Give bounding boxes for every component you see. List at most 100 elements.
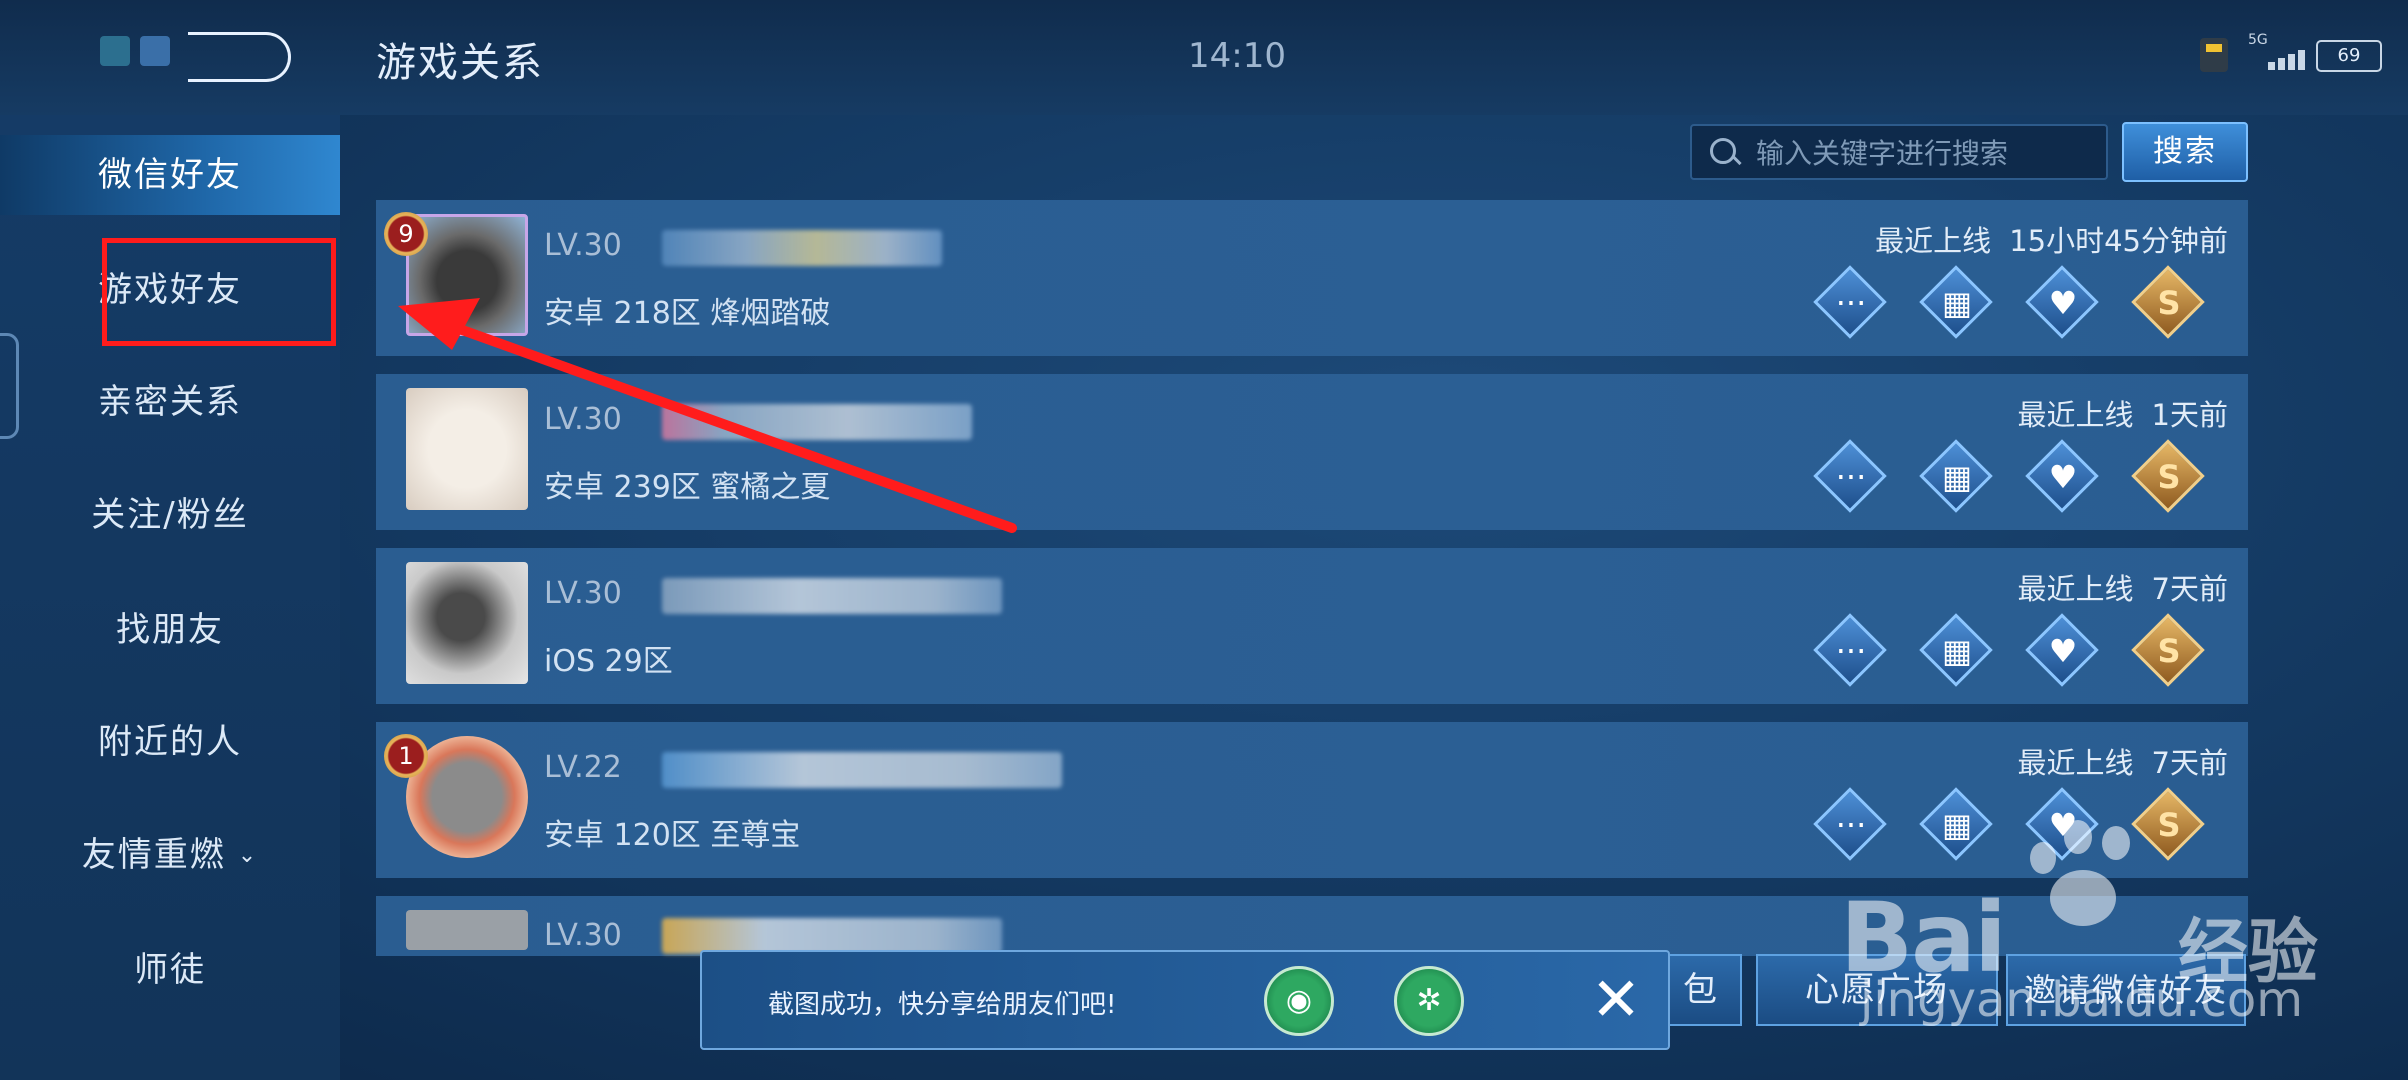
gift-button[interactable]: ▦ [1919, 439, 1994, 514]
player-name-blurred [662, 918, 1002, 954]
gift-icon: ▦ [1941, 458, 1973, 496]
highlight-annotation-box [102, 238, 336, 346]
avatar[interactable] [406, 562, 528, 684]
row-actions: ··· ▦ ♥ S [1813, 439, 2234, 520]
last-online: 最近上线 7天前 [2000, 566, 2228, 608]
avatar[interactable] [406, 388, 528, 510]
gold-coin-icon: S [2157, 632, 2181, 670]
gift-icon: ▦ [1941, 632, 1973, 670]
sidebar-item-rekindle[interactable]: 友情重燃 ⌄ [0, 815, 340, 895]
heart-card-button[interactable]: ♥ [2025, 439, 2100, 514]
player-server: iOS 29区 [544, 644, 673, 679]
sidebar-item-label: 附近的人 [98, 722, 242, 762]
player-name-blurred [662, 752, 1062, 788]
sidebar-item-intimate[interactable]: 亲密关系 [0, 362, 340, 442]
baidu-jingyan-watermark: Bai 经验 jingyan.baidu.com [1840, 820, 2400, 1050]
heart-card-button[interactable]: ♥ [2025, 265, 2100, 340]
sidebar-item-label: 找朋友 [116, 610, 224, 650]
last-online-value: 1天前 [2151, 398, 2228, 432]
sidebar-item-label: 亲密关系 [98, 382, 242, 422]
player-level: LV.30 [544, 576, 622, 611]
heart-card-icon: ♥ [2048, 458, 2078, 496]
sidebar-item-label: 关注/粉丝 [91, 495, 249, 535]
app-logo [100, 28, 291, 86]
chat-button[interactable]: ··· [1813, 265, 1888, 340]
chat-bubble-icon: ··· [1835, 284, 1867, 322]
last-online: 最近上线 15小时45分钟前 [1857, 218, 2228, 260]
sidebar-item-follow-fans[interactable]: 关注/粉丝 [0, 475, 340, 555]
sim-icon [2200, 38, 2228, 72]
paw-logo-icon [2020, 820, 2150, 940]
rank-badge: 1 [384, 734, 428, 778]
chat-bubble-icon: ··· [1835, 458, 1867, 496]
battery-icon: 69 [2316, 40, 2382, 72]
last-online-label: 最近上线 [2017, 572, 2134, 606]
heart-card-icon: ♥ [2048, 284, 2078, 322]
last-online-value: 7天前 [2151, 572, 2228, 606]
player-level: LV.22 [544, 750, 622, 785]
last-online-value: 7天前 [2151, 746, 2228, 780]
friend-row[interactable]: LV.30 iOS 29区 最近上线 7天前 ··· ▦ ♥ S [376, 548, 2248, 704]
player-level: LV.30 [544, 402, 622, 437]
page-title: 游戏关系 [376, 40, 544, 86]
watermark-url: jingyan.baidu.com [1860, 972, 2303, 1028]
rank-badge: 9 [384, 212, 428, 256]
toast-message: 截图成功，快分享给朋友们吧! [768, 990, 1117, 1020]
top-bar: 游戏关系 14:10 5G 69 [0, 0, 2408, 115]
chat-bubble-icon: ··· [1835, 632, 1867, 670]
sidebar-item-mentor[interactable]: 师徒 [0, 930, 340, 1010]
status-bar: 5G 69 [2200, 32, 2390, 72]
friend-row[interactable]: 9 LV.30 安卓 218区 烽烟踏破 最近上线 15小时45分钟前 ··· ▦… [376, 200, 2248, 356]
sidebar-item-nearby[interactable]: 附近的人 [0, 702, 340, 782]
gold-coin-icon: S [2157, 284, 2181, 322]
game-logo-icon [188, 32, 291, 82]
player-level: LV.30 [544, 918, 622, 953]
close-icon[interactable]: ✕ [1586, 970, 1646, 1032]
gold-coin-button[interactable]: S [2131, 439, 2206, 514]
row-actions: ··· ▦ ♥ S [1813, 613, 2234, 694]
player-name-blurred [662, 230, 942, 266]
gold-coin-button[interactable]: S [2131, 265, 2206, 340]
chevron-down-icon: ⌄ [237, 843, 259, 868]
sidebar-item-find-friends[interactable]: 找朋友 [0, 590, 340, 670]
last-online: 最近上线 1天前 [2000, 392, 2228, 434]
last-online: 最近上线 7天前 [2000, 740, 2228, 782]
search-button[interactable]: 搜索 [2122, 122, 2248, 182]
friend-row[interactable]: LV.30 安卓 239区 蜜橘之夏 最近上线 1天前 ··· ▦ ♥ S [376, 374, 2248, 530]
app-icon-1 [100, 36, 130, 66]
gift-button[interactable]: ▦ [1919, 265, 1994, 340]
last-online-label: 最近上线 [1875, 224, 1992, 258]
search-input[interactable] [1754, 126, 2098, 180]
player-level: LV.30 [544, 228, 622, 263]
network-label: 5G [2248, 32, 2268, 48]
sidebar-item-label: 友情重燃 [81, 835, 226, 875]
last-online-label: 最近上线 [2017, 746, 2134, 780]
gold-coin-button[interactable]: S [2131, 613, 2206, 688]
last-online-label: 最近上线 [2017, 398, 2134, 432]
player-server: 安卓 239区 蜜橘之夏 [544, 470, 831, 505]
clock: 14:10 [1188, 36, 1286, 76]
app-icon-2 [140, 36, 170, 66]
search-field[interactable] [1690, 124, 2108, 180]
search-icon [1710, 138, 1736, 164]
heart-card-button[interactable]: ♥ [2025, 613, 2100, 688]
player-name-blurred [662, 404, 972, 440]
row-actions: ··· ▦ ♥ S [1813, 265, 2234, 346]
avatar[interactable] [406, 910, 528, 950]
screenshot-share-toast: 截图成功，快分享给朋友们吧! ◉ ✲ ✕ [700, 950, 1670, 1050]
gold-coin-icon: S [2157, 458, 2181, 496]
player-name-blurred [662, 578, 1002, 614]
chat-button[interactable]: ··· [1813, 439, 1888, 514]
gift-button[interactable]: ▦ [1919, 613, 1994, 688]
heart-card-icon: ♥ [2048, 632, 2078, 670]
moments-share-icon[interactable]: ✲ [1394, 966, 1464, 1036]
wechat-share-icon[interactable]: ◉ [1264, 966, 1334, 1036]
sidebar-item-wechat-friends[interactable]: 微信好友 [0, 135, 340, 215]
player-server: 安卓 120区 至尊宝 [544, 818, 801, 853]
player-server: 安卓 218区 烽烟踏破 [544, 296, 831, 331]
chat-button[interactable]: ··· [1813, 613, 1888, 688]
sidebar-item-label: 微信好友 [98, 155, 242, 195]
sidebar-item-label: 师徒 [134, 950, 206, 990]
last-online-value: 15小时45分钟前 [2009, 224, 2228, 258]
gift-icon: ▦ [1941, 284, 1973, 322]
